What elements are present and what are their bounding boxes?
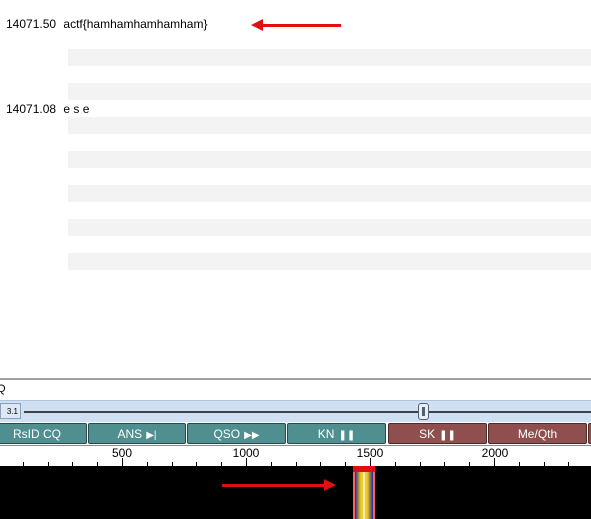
rx-text: e s e [63,102,90,116]
macro-button-ans[interactable]: ANS ▶| [88,423,186,444]
pause-icon: ❚❚ [439,430,456,441]
bandwidth-marker-right [373,472,375,519]
rx-stripe [68,219,591,236]
macro-button-rsid-cq[interactable]: RsID CQ [0,423,87,444]
macro-button-sk[interactable]: SK ❚❚ [388,423,487,444]
rx-text: actf{hamhamhamhamham} [63,17,208,31]
rx-stripe [68,117,591,134]
pause-icon: ❚❚ [338,430,356,441]
slider-value: 3.1 [0,403,21,419]
macro-label: SK [419,427,436,441]
rx-stripe [68,151,591,168]
receive-panel[interactable]: 14071.50 actf{hamhamhamhamham} 14071.08 … [0,0,591,378]
rx-frequency: 14071.08 [6,102,57,116]
pane-divider[interactable] [0,378,591,380]
fast-forward-icon: ▶▶ [244,430,260,441]
macro-label: RsID CQ [13,427,61,441]
rx-frequency: 14071.50 [6,17,57,31]
macro-label: QSO [213,427,241,441]
rx-stripe [68,49,591,66]
macro-label: ANS [117,427,143,441]
rx-stripe [68,253,591,270]
slider-thumb[interactable] [418,403,429,420]
slider-track[interactable] [24,411,591,413]
macro-button-kn[interactable]: KN ❚❚ [287,423,386,444]
rx-stripe [68,83,591,100]
squelch-slider-row: 3.1 [0,400,591,422]
signal-trace [355,470,373,519]
rx-line: 14071.08 e s e [6,102,89,116]
transmit-panel[interactable]: Q [0,381,591,399]
frequency-scale[interactable]: 500 1000 1500 2000 [0,445,591,466]
scale-label: 1000 [232,446,260,460]
tx-text: Q [0,383,6,395]
scale-label: 1500 [356,446,384,460]
rx-line: 14071.50 actf{hamhamhamhamham} [6,17,207,31]
scale-label: 2000 [481,446,509,460]
macro-bar: RsID CQ ANS ▶| QSO ▶▶ KN ❚❚ SK ❚❚ Me/Qth [0,422,591,445]
rx-stripe [68,185,591,202]
waterfall-display[interactable] [0,466,591,519]
macro-label: Me/Qth [517,427,558,441]
scale-label: 500 [111,446,133,460]
tuning-cursor[interactable] [353,466,375,472]
macro-label: KN [317,427,335,441]
macro-button-me-qth[interactable]: Me/Qth [488,423,587,444]
macro-button-qso[interactable]: QSO ▶▶ [187,423,286,444]
step-forward-icon: ▶| [146,430,157,441]
bandwidth-marker-left [353,472,355,519]
